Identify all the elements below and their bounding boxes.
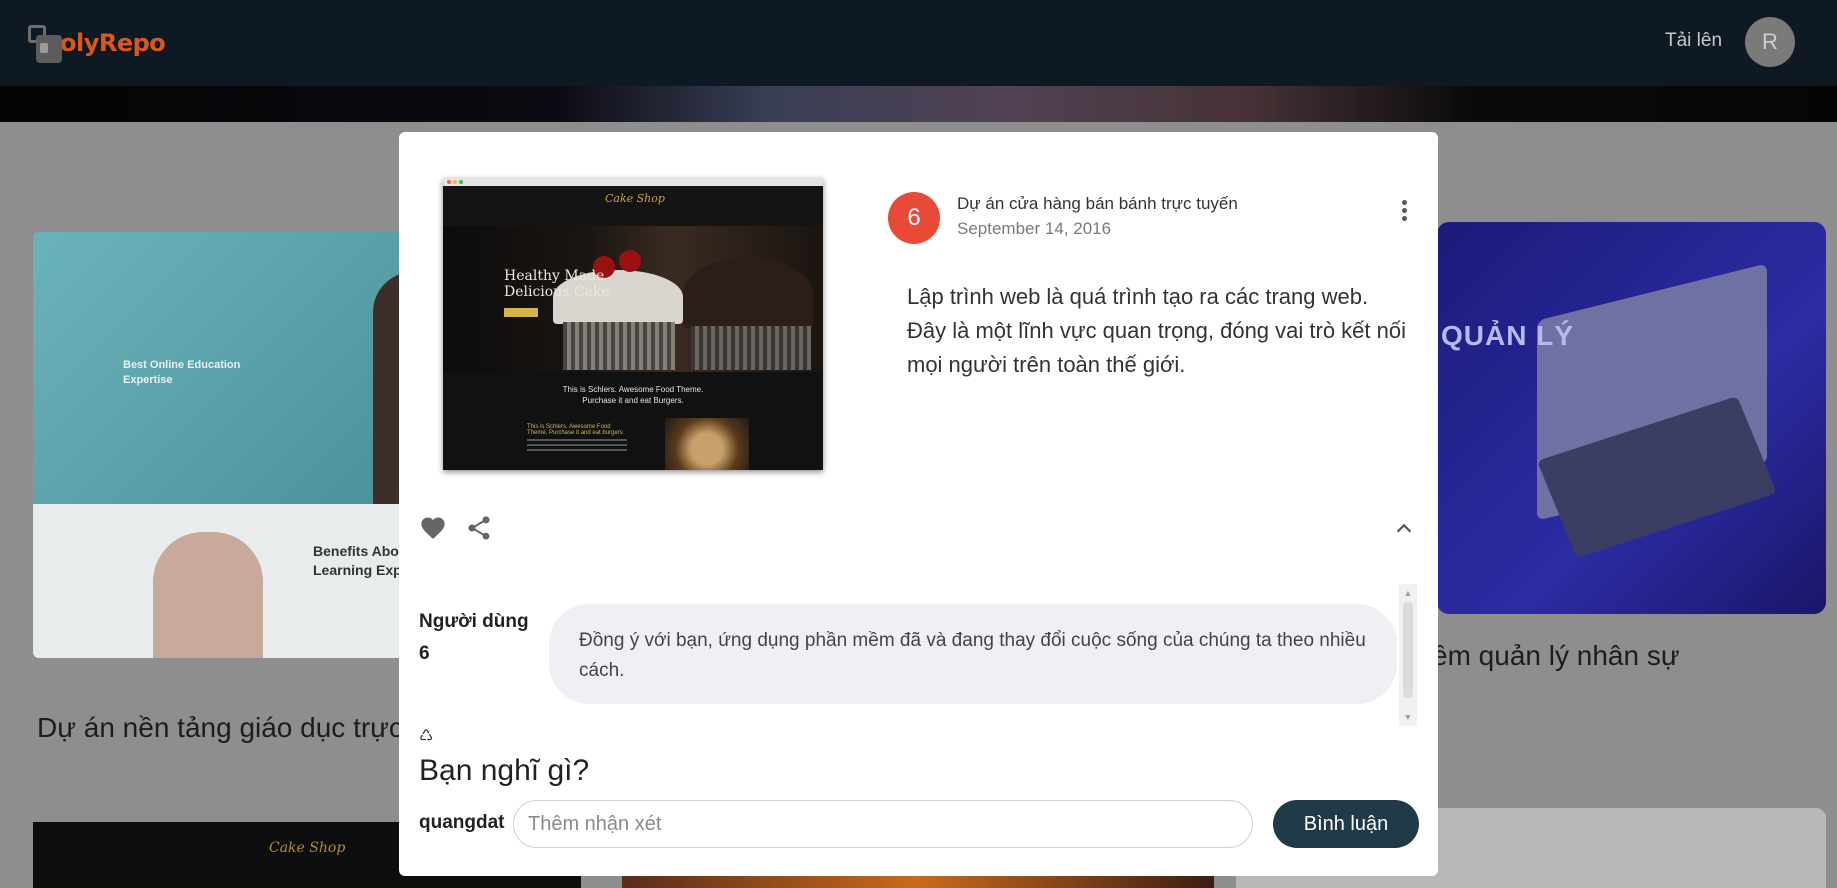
education-card-title[interactable]: Dự án nền tảng giáo dục trực xyxy=(37,712,403,744)
cupcake-chocolate-image xyxy=(683,258,813,328)
comment-bubble: Đồng ý với bạn, ứng dụng phần mềm đã và … xyxy=(549,604,1397,704)
user-avatar[interactable]: R xyxy=(1745,17,1795,67)
scroll-down-arrow-icon[interactable]: ▼ xyxy=(1403,712,1413,722)
recycle-icon[interactable]: ♺ xyxy=(419,726,439,746)
cupcake-liner-image xyxy=(563,322,675,370)
project-card-education[interactable]: Best Online Education Expertise Benefits… xyxy=(33,232,433,658)
project-title: Dự án cửa hàng bán bánh trực tuyến xyxy=(957,194,1238,213)
preview-cake-image xyxy=(665,418,749,470)
preview-hero-text: Healthy Made Delicious Cake xyxy=(504,268,610,300)
project-badge: 6 xyxy=(888,192,940,244)
cupcake-liner-image-2 xyxy=(691,326,811,370)
preview-hero-button xyxy=(504,308,538,317)
project-actions xyxy=(419,514,495,544)
logo[interactable]: olyRepo xyxy=(26,18,166,68)
preview-brand: Cake Shop xyxy=(605,192,665,205)
project-description: Lập trình web là quá trình tạo ra các tr… xyxy=(907,284,1406,377)
chevron-up-icon[interactable] xyxy=(1393,518,1415,540)
scroll-up-arrow-icon[interactable]: ▲ xyxy=(1403,588,1413,598)
top-navbar: olyRepo Tải lên R xyxy=(0,0,1837,86)
project-card-hr-management[interactable]: QUẢN LÝ xyxy=(1437,222,1826,614)
project-date: September 14, 2016 xyxy=(957,219,1112,238)
comment-input[interactable] xyxy=(513,800,1253,848)
project-card-middle[interactable] xyxy=(622,876,1214,888)
comments-list: Người dùng 6 Đồng ý với bạn, ứng dụng ph… xyxy=(419,584,1419,726)
cakeshop-brand: Cake Shop xyxy=(269,840,346,856)
logo-text: olyRepo xyxy=(60,29,166,57)
education-card-headline: Best Online Education Expertise xyxy=(123,359,241,386)
project-preview-image: Cake Shop Healthy Made Delicious Cake Th… xyxy=(443,178,823,470)
comments-scrollbar[interactable]: ▲ ▼ xyxy=(1399,584,1417,726)
hr-card-label: QUẢN LÝ xyxy=(1441,320,1574,351)
submit-comment-button[interactable]: Bình luận xyxy=(1273,800,1419,848)
logo-mark-icon xyxy=(26,21,66,65)
hero-banner-strip xyxy=(0,86,1837,122)
upload-link[interactable]: Tải lên xyxy=(1665,30,1722,52)
comment-author: Người dùng 6 xyxy=(419,611,529,664)
share-icon[interactable] xyxy=(465,514,495,544)
hr-card-title[interactable]: ềm quản lý nhân sự xyxy=(1432,640,1680,672)
heart-icon[interactable] xyxy=(419,514,449,544)
compose-heading: Bạn nghĩ gì? xyxy=(419,754,590,787)
current-username: quangdat xyxy=(419,812,505,833)
scroll-thumb[interactable] xyxy=(1403,602,1413,698)
preview-mini-section: This is Schlers. Awesome Food Theme, Pur… xyxy=(527,424,627,464)
cherry-image-2 xyxy=(619,250,641,272)
preview-tagline: This is Schlers. Awesome Food Theme. Pur… xyxy=(562,385,704,405)
browser-chrome xyxy=(443,178,823,186)
preview-nav: Cake Shop xyxy=(443,186,823,226)
education-student-image xyxy=(153,532,263,658)
project-detail-modal: Cake Shop Healthy Made Delicious Cake Th… xyxy=(399,132,1438,876)
more-options-icon[interactable] xyxy=(1399,200,1409,226)
